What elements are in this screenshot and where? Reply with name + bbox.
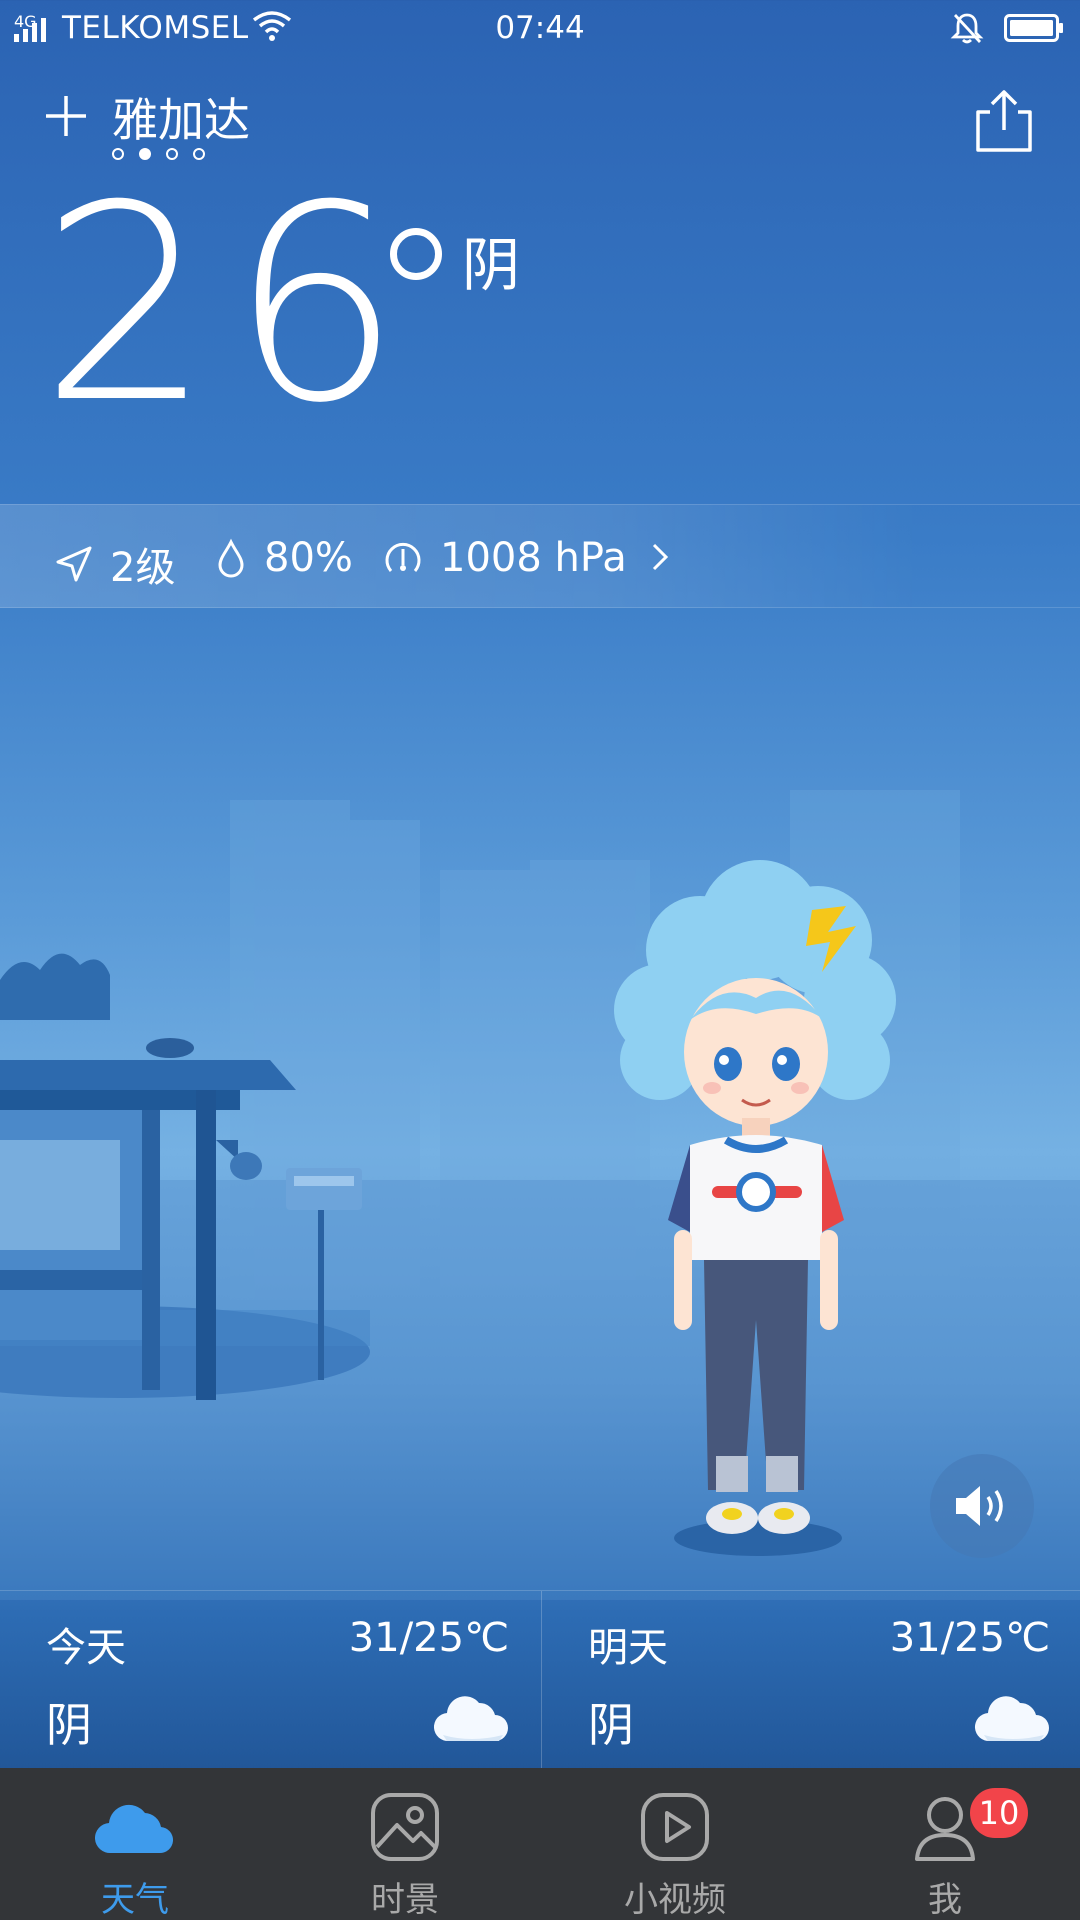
add-city-button[interactable] bbox=[40, 90, 92, 142]
forecast-day-label: 明天 bbox=[588, 1625, 668, 1671]
forecast-day-label: 今天 bbox=[46, 1625, 126, 1671]
cloud-icon bbox=[974, 1696, 1049, 1742]
forecast-condition: 阴 bbox=[588, 1698, 634, 1752]
nav-label: 时景 bbox=[371, 1880, 439, 1920]
speaker-icon bbox=[956, 1486, 1003, 1526]
weather-scene-illustration bbox=[0, 790, 1080, 1600]
nav-label: 天气 bbox=[101, 1880, 169, 1920]
wind-detail: 2级 bbox=[54, 535, 175, 593]
wind-level: 2级 bbox=[110, 545, 176, 591]
forecast-today[interactable]: 今天 31/25℃ 阴 bbox=[0, 1591, 539, 1769]
nav-tab-weather[interactable]: 天气 bbox=[0, 1768, 270, 1920]
voice-broadcast-button[interactable] bbox=[930, 1454, 1034, 1558]
pressure-gauge-icon bbox=[385, 542, 421, 572]
share-icon bbox=[976, 90, 1032, 152]
current-condition: 阴 bbox=[462, 231, 521, 299]
battery-icon bbox=[1004, 14, 1063, 42]
nav-tab-video[interactable]: 小视频 bbox=[540, 1768, 810, 1920]
humidity-value: 80% bbox=[264, 535, 353, 581]
status-bar: 4G TELKOMSEL 07:44 bbox=[0, 0, 1080, 58]
weather-cloud-icon bbox=[95, 1804, 173, 1854]
user-icon bbox=[915, 1797, 975, 1861]
notification-badge: 10 bbox=[970, 1788, 1028, 1838]
nav-tab-me[interactable]: 10 我 bbox=[810, 1768, 1080, 1920]
cloud-icon bbox=[433, 1696, 508, 1742]
nav-tab-scenery[interactable]: 时景 bbox=[270, 1768, 540, 1920]
pressure-detail: 1008 hPa bbox=[382, 535, 627, 581]
nav-label: 我 bbox=[928, 1880, 962, 1920]
current-temperature: 26 bbox=[40, 147, 420, 462]
forecast-condition: 阴 bbox=[46, 1698, 92, 1752]
nav-label: 小视频 bbox=[624, 1880, 726, 1920]
bottom-navigation: 天气 时景 小视频 10 我 bbox=[0, 1768, 1080, 1920]
picture-icon bbox=[371, 1793, 439, 1861]
humidity-detail: 80% bbox=[214, 535, 353, 581]
wind-direction-icon bbox=[56, 546, 92, 582]
city-name[interactable]: 雅加达 bbox=[112, 84, 250, 150]
chevron-right-icon[interactable] bbox=[650, 539, 670, 575]
degree-symbol bbox=[390, 228, 442, 280]
play-icon bbox=[641, 1793, 709, 1861]
bell-muted-icon bbox=[950, 13, 984, 44]
forecast-temp-range: 31/25℃ bbox=[889, 1615, 1050, 1661]
plus-icon bbox=[46, 96, 86, 136]
daily-forecast: 今天 31/25℃ 阴 明天 31/25℃ 阴 bbox=[0, 1590, 1080, 1769]
humidity-drop-icon bbox=[218, 538, 244, 578]
share-button[interactable] bbox=[972, 88, 1036, 154]
forecast-tomorrow[interactable]: 明天 31/25℃ 阴 bbox=[541, 1591, 1080, 1769]
weather-details-bar[interactable]: 2级 80% 1008 hPa bbox=[0, 504, 1080, 608]
clock: 07:44 bbox=[495, 10, 585, 46]
forecast-temp-range: 31/25℃ bbox=[348, 1615, 509, 1661]
pressure-value: 1008 hPa bbox=[440, 535, 627, 581]
